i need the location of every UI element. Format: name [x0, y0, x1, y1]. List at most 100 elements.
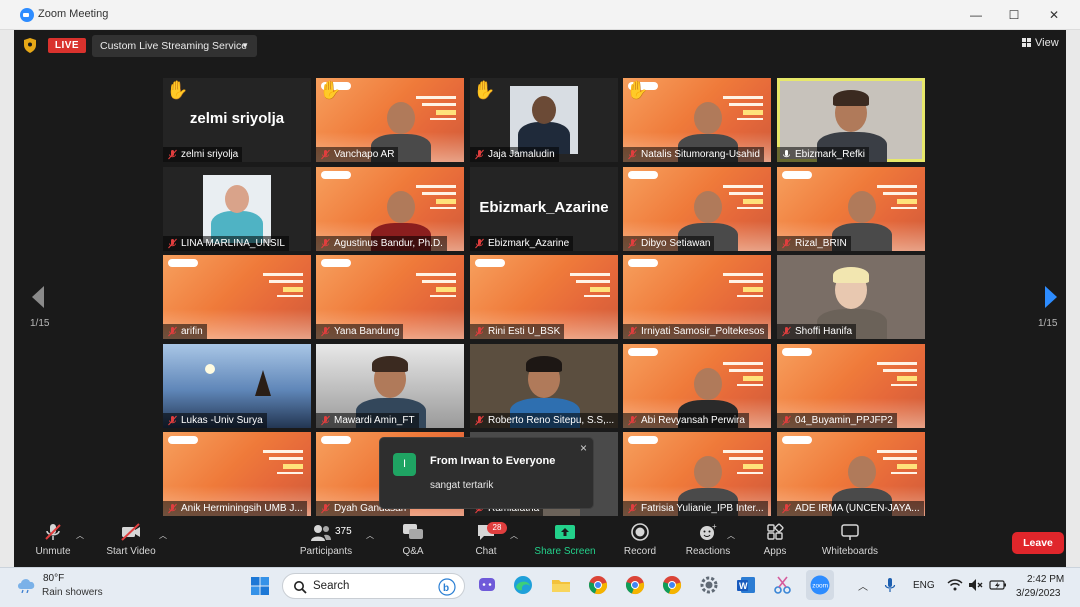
record-icon [631, 523, 649, 541]
participant-tile[interactable]: ✋ Natalis Situmorang-Usahid [623, 78, 771, 162]
video-off-icon [121, 523, 140, 541]
start-video-button[interactable]: Start Video [102, 522, 160, 566]
weather-description[interactable]: Rain showers [42, 587, 103, 598]
chat-notification[interactable]: I From Irwan to Everyone sangat tertarik… [379, 437, 594, 509]
security-shield-icon[interactable] [23, 38, 37, 53]
teams-chat-icon[interactable] [476, 574, 498, 596]
muted-mic-icon [321, 238, 330, 249]
tray-overflow-chevron-icon[interactable]: ︿ [858, 578, 868, 593]
participant-name: Fatrisia Yulianie_IPB Inter... [623, 501, 768, 516]
participant-tile[interactable]: ✋ Vanchapo AR [316, 78, 464, 162]
battery-charging-icon[interactable] [989, 578, 1007, 592]
participant-tile[interactable]: Dibyo Setiawan [623, 167, 771, 251]
participants-button[interactable]: 375 Participants [296, 522, 356, 566]
participant-tile[interactable]: Abi Revyansah Perwira [623, 344, 771, 428]
wifi-icon[interactable] [947, 578, 963, 592]
close-window-icon[interactable]: ✕ [1044, 5, 1064, 25]
apps-icon [767, 523, 784, 540]
view-button[interactable]: View [1022, 34, 1066, 52]
audio-options-chevron-icon[interactable]: ︿ [76, 530, 84, 540]
reactions-button[interactable]: + Reactions [682, 522, 734, 566]
snipping-tool-icon[interactable] [772, 574, 794, 596]
reactions-chevron-icon[interactable]: ︿ [727, 530, 735, 540]
participants-icon [311, 525, 331, 541]
participant-tile[interactable]: Rizal_BRIN [777, 167, 925, 251]
participant-tile[interactable]: Fatrisia Yulianie_IPB Inter... [623, 432, 771, 516]
participant-name: Natalis Situmorang-Usahid [623, 147, 764, 162]
participant-tile[interactable]: 04_Buyamin_PPJFP2 [777, 344, 925, 428]
minimize-icon[interactable]: — [966, 5, 986, 25]
share-screen-button[interactable]: Share Screen [532, 522, 598, 566]
close-notification-icon[interactable]: × [580, 441, 587, 455]
share-screen-label: Share Screen [534, 546, 596, 557]
live-badge[interactable]: LIVE [48, 38, 86, 53]
participant-tile[interactable]: arifin [163, 255, 311, 339]
clock-date[interactable]: 3/29/2023 [1016, 588, 1061, 599]
previous-page-icon[interactable] [28, 284, 50, 310]
participant-name: Mawardi Amin_FT [316, 413, 419, 428]
participant-tile[interactable]: Agustinus Bandur, Ph.D. [316, 167, 464, 251]
participant-tile[interactable]: Ebizmark_Azarine Ebizmark_Azarine [470, 167, 618, 251]
zoom-logo-icon [20, 8, 34, 22]
clock-time[interactable]: 2:42 PM [1027, 574, 1064, 585]
next-page-icon[interactable] [1040, 284, 1062, 310]
muted-mic-icon [628, 415, 637, 426]
muted-mic-icon [168, 238, 177, 249]
participant-tile[interactable]: Roberto Reno Sitepu, S.S,... [470, 344, 618, 428]
start-video-label: Start Video [106, 546, 156, 557]
ebizmark-logo-icon [475, 259, 505, 267]
zoom-window: Zoom Meeting — ☐ ✕ LIVE Custom Live Stre… [0, 0, 1080, 607]
stream-service-dropdown[interactable]: Custom Live Streaming Service ▼ [92, 35, 257, 57]
settings-gear-icon[interactable] [698, 574, 720, 596]
chrome-icon[interactable] [587, 574, 609, 596]
weather-cloud-icon[interactable] [15, 575, 39, 593]
word-icon[interactable]: W [735, 574, 757, 596]
apps-button[interactable]: Apps [758, 522, 792, 566]
weather-temperature[interactable]: 80°F [43, 573, 64, 584]
search-placeholder: Search [313, 580, 350, 592]
svg-text:zoom: zoom [812, 583, 828, 590]
qa-label: Q&A [402, 546, 424, 557]
search-icon [294, 581, 307, 594]
chrome-profile-icon[interactable] [624, 574, 646, 596]
whiteboards-label: Whiteboards [821, 546, 879, 557]
participant-name: Irniyati Samosir_Poltekesos [623, 324, 769, 339]
record-button[interactable]: Record [620, 522, 660, 566]
keyboard-language[interactable]: ENG [913, 580, 935, 591]
participant-tile[interactable]: Rini Esti U_BSK [470, 255, 618, 339]
participant-tile[interactable]: LINA MARLINA_UNSIL [163, 167, 311, 251]
participant-tile[interactable]: Irniyati Samosir_Poltekesos [623, 255, 771, 339]
muted-mic-icon [321, 326, 330, 337]
participant-tile[interactable]: Lukas -Univ Surya [163, 344, 311, 428]
profile-photo [510, 86, 578, 154]
participant-tile[interactable]: ✋ Jaja Jamaludin [470, 78, 618, 162]
participant-tile[interactable]: Ebizmark_Refki [777, 78, 925, 162]
whiteboards-button[interactable]: Whiteboards [818, 522, 882, 566]
file-explorer-icon[interactable] [550, 574, 572, 596]
maximize-icon[interactable]: ☐ [1004, 5, 1024, 25]
participant-tile[interactable]: ADE IRMA (UNCEN-JAYA... [777, 432, 925, 516]
windows-start-icon[interactable] [249, 575, 271, 597]
unmute-button[interactable]: Unmute [30, 522, 76, 566]
zoom-app-icon[interactable]: zoom [809, 574, 831, 596]
participant-tile[interactable]: zelmi sriyolja ✋ zelmi sriyolja [163, 78, 311, 162]
qa-button[interactable]: Q&A [396, 522, 430, 566]
participant-tile[interactable]: Anik Herminingsih UMB J... [163, 432, 311, 516]
edge-browser-icon[interactable] [512, 574, 534, 596]
chrome-profile-2-icon[interactable] [661, 574, 683, 596]
muted-mic-icon [168, 326, 177, 337]
page-indicator-left: 1/15 [30, 318, 50, 329]
leave-button[interactable]: Leave [1012, 532, 1064, 554]
chat-chevron-icon[interactable]: ︿ [510, 530, 518, 540]
muted-mic-icon [475, 149, 484, 160]
record-label: Record [623, 546, 657, 557]
participant-tile[interactable]: Shoffi Hanifa [777, 255, 925, 339]
speaker-muted-icon[interactable] [968, 578, 984, 592]
video-options-chevron-icon[interactable]: ︿ [159, 530, 167, 540]
participant-tile[interactable]: Yana Bandung [316, 255, 464, 339]
participant-name: Lukas -Univ Surya [163, 413, 267, 428]
participant-tile[interactable]: Mawardi Amin_FT [316, 344, 464, 428]
microphone-tray-icon[interactable] [882, 577, 898, 593]
taskbar-search-box[interactable]: Search b [282, 573, 465, 599]
participants-chevron-icon[interactable]: ︿ [366, 530, 374, 540]
